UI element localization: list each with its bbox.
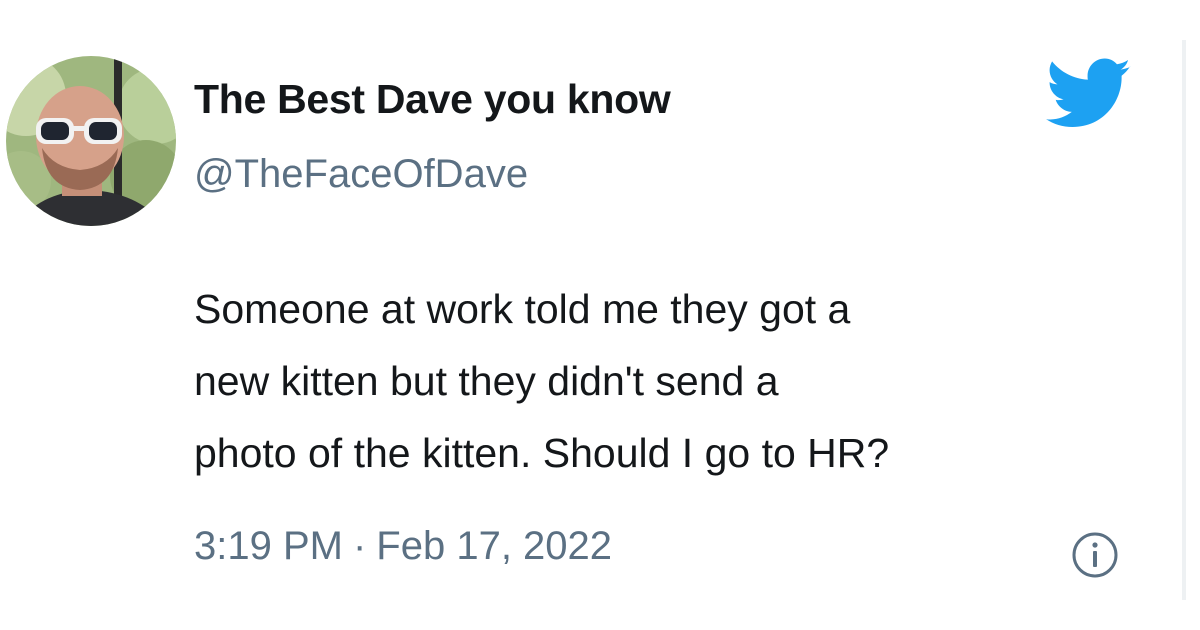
info-icon[interactable]	[1070, 530, 1120, 580]
tweet-line: Someone at work told me they got a	[194, 286, 851, 332]
card-edge-divider	[1182, 40, 1186, 600]
twitter-bird-icon[interactable]	[1046, 56, 1132, 132]
tweet-date: Feb 17, 2022	[376, 524, 613, 568]
tweet-time: 3:19 PM	[194, 524, 343, 568]
tweet-card: The Best Dave you know @TheFaceOfDave So…	[0, 0, 1200, 630]
meta-separator: ·	[352, 524, 367, 568]
tweet-timestamp[interactable]: 3:19 PM · Feb 17, 2022	[194, 524, 612, 569]
tweet-line: photo of the kitten. Should I go to HR?	[194, 430, 890, 476]
author-display-name[interactable]: The Best Dave you know	[194, 76, 671, 123]
tweet-line: new kitten but they didn't send a	[194, 358, 779, 404]
tweet-text: Someone at work told me they got a new k…	[194, 273, 1154, 489]
author-handle[interactable]: @TheFaceOfDave	[194, 152, 528, 197]
avatar-image	[6, 56, 176, 226]
avatar[interactable]	[6, 56, 176, 226]
